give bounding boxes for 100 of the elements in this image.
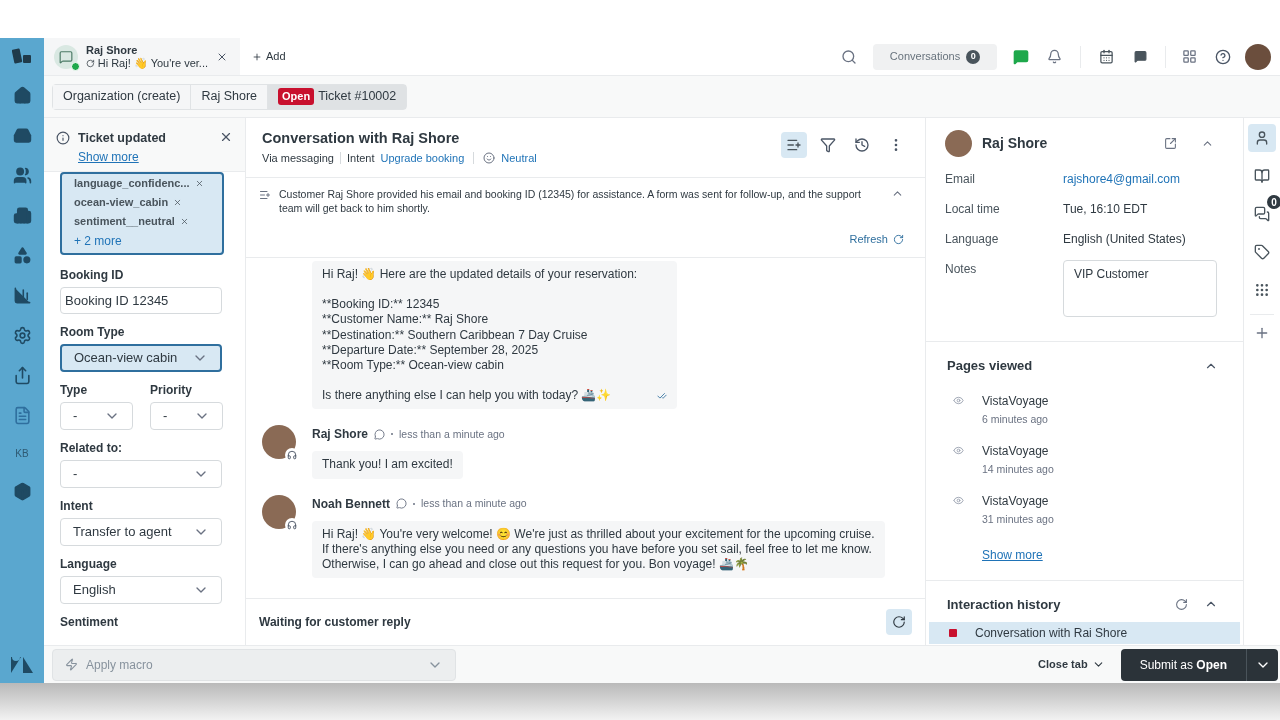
page-title: VistaVoyage [982, 392, 1049, 410]
user-icon [1254, 130, 1270, 146]
message-text: Thank you! I am excited! [322, 457, 453, 473]
channel-label: Via messaging [262, 151, 334, 166]
comment-icon [374, 428, 385, 440]
field-label: Booking ID [60, 268, 125, 283]
apps-icon[interactable] [1182, 49, 1197, 64]
chat-status-icon[interactable] [1013, 48, 1029, 65]
inbox-icon[interactable] [12, 126, 32, 145]
share-icon[interactable] [12, 366, 32, 385]
user-button[interactable] [1248, 124, 1276, 152]
status-text: Waiting for customer reply [259, 614, 411, 631]
remove-icon[interactable] [173, 198, 183, 207]
field-label: Intent [60, 499, 94, 514]
page-title: VistaVoyage [982, 442, 1050, 460]
intent-label: Intent [346, 151, 375, 166]
breadcrumb-tab[interactable]: Open Ticket #10002 [267, 84, 407, 109]
tag-chip[interactable]: ocean-view_cabin [74, 193, 210, 212]
close-tab-button[interactable]: Close tab [1038, 656, 1105, 673]
close-icon[interactable] [219, 130, 233, 144]
field-label: Priority [150, 383, 193, 398]
customer-name: Raj Shore [982, 134, 1049, 153]
show-more-link[interactable]: Show more [982, 547, 1043, 562]
dropdown[interactable]: - [60, 402, 133, 430]
assist-button[interactable] [886, 609, 912, 635]
submit-options-button[interactable] [1246, 648, 1278, 681]
sentiment-link[interactable]: Neutral [501, 150, 537, 167]
show-more-link[interactable]: Show more [78, 150, 139, 164]
avatar [262, 494, 296, 529]
chart-icon[interactable] [12, 286, 32, 305]
intent-link[interactable]: Upgrade booking [380, 150, 465, 167]
tag-chip[interactable]: language_confidenc... [74, 174, 210, 193]
logo-icon [12, 47, 32, 65]
history-item[interactable]: Conversation with Rai Shore [929, 622, 1240, 644]
avatar [262, 425, 296, 460]
customer-avatar [945, 130, 972, 157]
dropdown[interactable]: Ocean-view cabin [60, 344, 222, 372]
conversations-button[interactable]: Conversations 0 [873, 43, 997, 70]
bell-icon[interactable] [1047, 49, 1062, 64]
add-tab-button[interactable]: Add [252, 48, 286, 65]
shapes-icon[interactable] [12, 246, 32, 265]
eye-icon [953, 394, 964, 406]
search-icon[interactable] [841, 48, 857, 65]
section-title: Interaction history [947, 595, 1062, 614]
dropdown[interactable]: Transfer to agent [60, 518, 222, 546]
cube-icon[interactable] [12, 482, 32, 501]
more-tags-link[interactable]: + 2 more [74, 231, 210, 251]
field-label: Sentiment [60, 615, 119, 630]
summary-text: Customer Raj Shore provided his email and booking ID (12345) for assistance. A form was sent for follow-up, and the support team will get back to him shortly. [279, 187, 862, 215]
calendar-icon[interactable] [1099, 49, 1114, 64]
page-time: 6 minutes ago [982, 411, 1049, 427]
open-external-icon[interactable] [1164, 137, 1177, 150]
plus-icon[interactable] [1254, 325, 1270, 341]
author-name: Raj Shore [312, 426, 368, 444]
tags-field[interactable]: language_confidenc... ocean-view_cabin sentiment__neutral + 2 more [60, 172, 224, 255]
field-label: Notes [945, 261, 978, 278]
eye-icon [953, 494, 964, 506]
field-label: Related to: [60, 441, 123, 456]
home-icon[interactable] [12, 86, 32, 105]
notes-field[interactable]: VIP Customer [1063, 260, 1217, 317]
count-badge: 0 [1267, 195, 1280, 209]
message-time: less than a minute ago [399, 426, 505, 442]
dropdown[interactable]: - [150, 402, 223, 430]
chat-bubbles-icon [1254, 206, 1270, 222]
input-field[interactable]: Booking ID 12345 [60, 287, 222, 314]
tag-chip[interactable]: sentiment__neutral [74, 212, 210, 231]
refresh-button[interactable]: Refresh [849, 231, 904, 248]
help-icon[interactable] [1215, 48, 1231, 65]
smiley-icon [483, 152, 496, 165]
conversation-title: Conversation with Raj Shore [262, 129, 461, 148]
plus-icon [252, 51, 262, 62]
dropdown[interactable]: English [60, 576, 222, 604]
refresh-icon [893, 233, 904, 245]
ticket-tab[interactable]: Raj Shore Hi Raj! 👋 You're ver... [44, 38, 240, 75]
field-label: Type [60, 383, 89, 398]
message-icon[interactable] [1134, 50, 1147, 63]
breadcrumb-tab[interactable]: Organization (create) [53, 84, 191, 109]
remove-icon[interactable] [179, 217, 189, 226]
filter-icon [820, 137, 836, 153]
history-icon [854, 137, 870, 153]
users-icon[interactable] [12, 166, 32, 185]
tab-title: Raj Shore [86, 43, 139, 57]
settings-icon[interactable] [12, 326, 32, 345]
message-text: Hi Raj! 👋 You're very welcome! 😊 We're just as thrilled about your excitement for the upcoming cruise. If there's anything else you need or any questions you have before you set sail, feel free to let me know. Otherwise, I can go ahead and close out this request for you. Bon voyage! 🚢🌴 [322, 526, 875, 573]
apps-icon [1254, 282, 1270, 298]
field-label: Email [945, 171, 976, 188]
count-badge: 0 [966, 49, 981, 64]
user-avatar[interactable] [1245, 43, 1271, 70]
email-link[interactable]: rajshore4@gmail.com [1063, 170, 1180, 188]
summary-button[interactable] [781, 132, 807, 158]
dropdown[interactable]: - [60, 460, 222, 488]
building-icon[interactable] [12, 206, 32, 225]
chat-icon [59, 49, 73, 64]
field-label: Language [945, 231, 1000, 248]
notice-title: Ticket updated [78, 130, 167, 147]
lightning-icon [65, 658, 78, 671]
remove-icon[interactable] [194, 179, 204, 188]
breadcrumb-tab[interactable]: Raj Shore [190, 84, 267, 109]
refresh-icon[interactable] [1175, 597, 1188, 611]
submit-button[interactable]: Submit as Open [1120, 648, 1246, 681]
